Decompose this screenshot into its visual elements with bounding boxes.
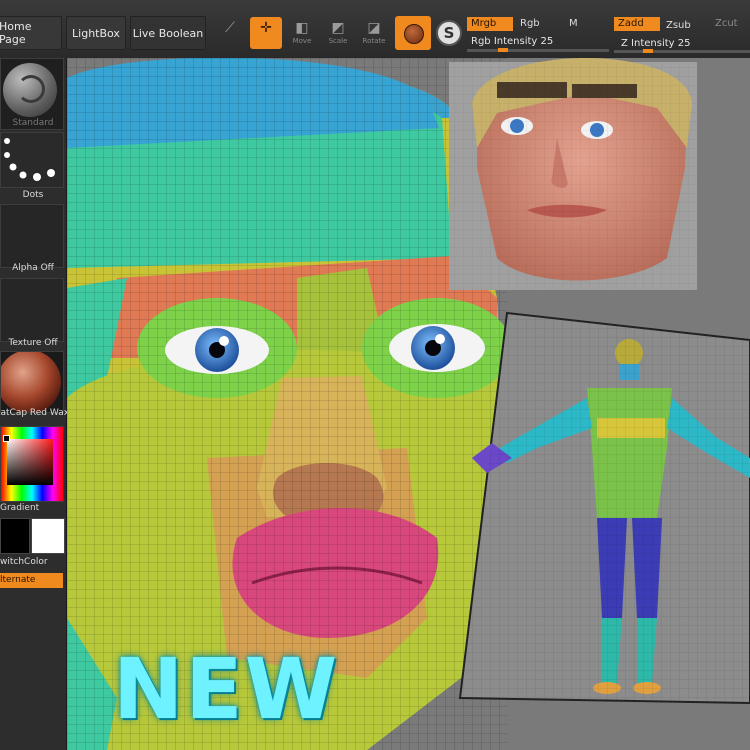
m-toggle[interactable]: M [565,17,609,31]
material-preview-button[interactable] [395,16,431,50]
move-tool-button[interactable]: ◧ Move [286,17,318,49]
lightbox-label: LightBox [72,26,120,40]
rgb-toggle[interactable]: Rgb [516,17,560,31]
portrait-render [449,58,697,290]
material-sphere-icon [404,24,424,44]
scale-label: Scale [328,37,348,45]
zcut-label: Zcut [715,18,738,29]
mrgb-label: Mrgb [471,18,497,29]
alternate-button[interactable]: lternate [0,573,63,588]
live-boolean-button[interactable]: Live Boolean [130,16,206,50]
mrgb-toggle[interactable]: Mrgb [467,17,513,31]
home-page-button[interactable]: Home Page [0,16,62,50]
left-shelf: Standard Dots Alpha Off Texture Off latC… [0,58,70,750]
brush-label: Standard [12,118,54,128]
new-headline: NEW [113,640,340,738]
red-wax-sphere-icon [1,352,61,412]
secondary-color-swatch[interactable] [31,518,65,554]
z-intensity-slider[interactable]: Z Intensity 25 [621,38,690,49]
stroke-label: Dots [22,190,44,200]
scale-icon: ◩ [331,20,345,36]
color-picker-cursor [3,435,10,442]
draw-tool-button[interactable]: ✛ [250,17,282,49]
spotlight-button[interactable]: S [436,20,462,46]
scale-tool-button[interactable]: ◩ Scale [322,17,354,49]
zadd-label: Zadd [618,18,644,29]
zsub-label: Zsub [666,20,691,31]
alpha-label: Alpha Off [12,263,54,273]
rotate-label: Rotate [362,37,386,45]
rotate-tool-button[interactable]: ◪ Rotate [358,17,390,49]
rgb-intensity-slider[interactable]: Rgb Intensity 25 [471,36,553,47]
rgb-intensity-value: 25 [540,36,554,47]
rgb-intensity-knob[interactable] [497,48,508,52]
zcut-toggle[interactable]: Zcut [711,17,750,31]
rgb-label: Rgb [520,18,540,29]
stroke-selector[interactable] [0,132,64,188]
texture-selector[interactable] [0,278,64,342]
rgb-intensity-label: Rgb Intensity [471,36,538,47]
switch-color-button[interactable]: witchColor [0,557,66,567]
dots-stroke-icon [4,138,55,181]
rgb-intensity-track[interactable] [467,49,609,52]
rotate-icon: ◪ [367,20,381,36]
edit-tool-button[interactable]: ⟋ [214,17,246,49]
z-intensity-track[interactable] [614,50,750,53]
zadd-toggle[interactable]: Zadd [614,17,660,31]
z-intensity-label: Z Intensity [621,38,675,49]
edit-icon: ⟋ [225,20,235,36]
home-page-label: Home Page [0,20,32,46]
draw-icon: ✛ [260,20,272,36]
texture-label: Texture Off [8,338,58,348]
alpha-selector[interactable] [0,204,64,268]
spotlight-icon: S [443,24,455,42]
full-body-render [458,311,750,705]
move-icon: ◧ [295,20,309,36]
material-label: latCap Red Wax [0,408,70,418]
m-label: M [569,18,578,29]
live-boolean-label: Live Boolean [132,26,204,40]
color-picker[interactable] [0,426,64,502]
brush-swirl-icon [17,75,45,103]
lightbox-button[interactable]: LightBox [66,16,126,50]
main-color-swatch[interactable] [0,518,30,554]
zsub-toggle[interactable]: Zsub [662,19,706,33]
material-selector[interactable] [0,351,64,413]
alternate-label: lternate [0,575,36,585]
gradient-label: Gradient [0,503,40,513]
top-toolbar: Home Page LightBox Live Boolean ⟋ ✛ ◧ Mov… [0,0,750,59]
z-intensity-value: 25 [677,38,691,49]
color-picker-square[interactable] [7,439,53,485]
move-label: Move [292,37,312,45]
z-intensity-knob[interactable] [643,49,653,53]
